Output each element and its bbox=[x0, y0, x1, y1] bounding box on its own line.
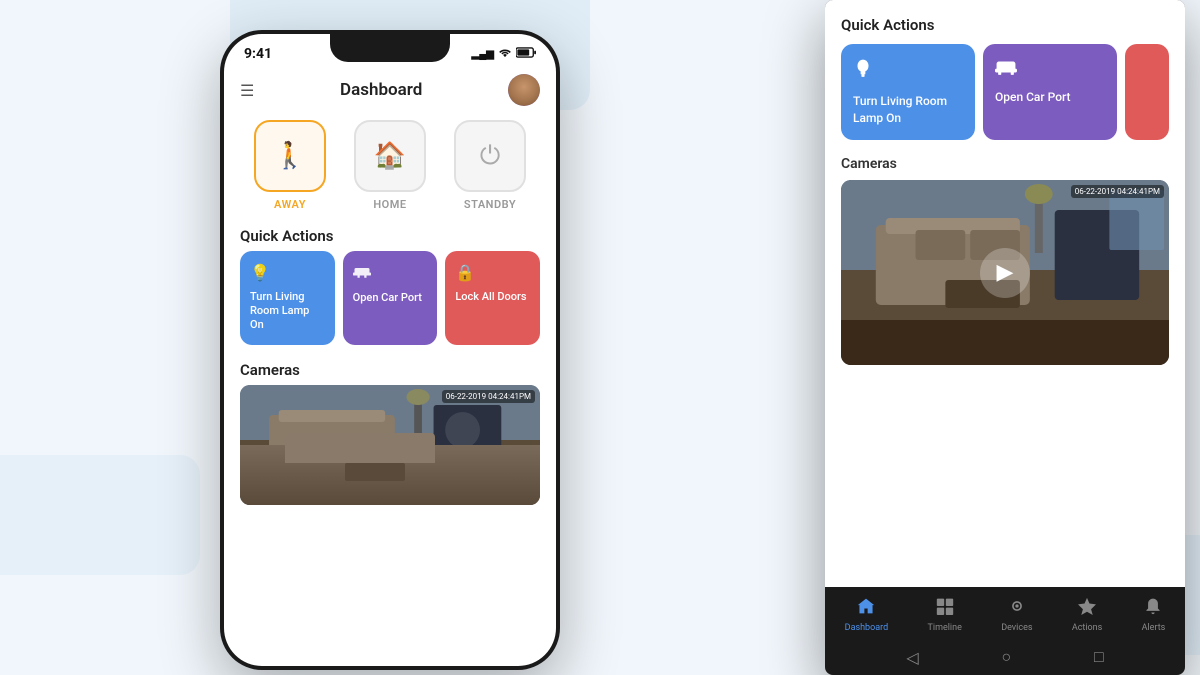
android-back-btn[interactable]: ◁ bbox=[906, 648, 918, 667]
devices-nav-icon bbox=[1007, 597, 1027, 620]
action-doors-label: Lock All Doors bbox=[455, 290, 530, 304]
room-scene-left bbox=[240, 385, 540, 505]
phone-notch bbox=[330, 34, 450, 62]
mode-away[interactable]: 🚶 AWAY bbox=[245, 120, 335, 211]
right-action-car[interactable]: Open Car Port bbox=[983, 44, 1117, 140]
right-camera-feed[interactable]: ▶ 06-22-2019 04:24:41PM bbox=[841, 180, 1169, 365]
cameras-title-left: Cameras bbox=[240, 353, 540, 385]
room-sofa bbox=[285, 433, 435, 463]
menu-icon[interactable]: ☰ bbox=[240, 81, 254, 100]
right-main: Quick Actions Turn Living Room Lamp On bbox=[825, 0, 1185, 587]
nav-devices[interactable]: Devices bbox=[1001, 597, 1032, 633]
mode-home-label: HOME bbox=[373, 198, 406, 211]
nav-alerts-label: Alerts bbox=[1142, 623, 1166, 633]
mode-home[interactable]: 🏠 HOME bbox=[345, 120, 435, 211]
alerts-nav-icon bbox=[1144, 597, 1162, 620]
phone-right: Quick Actions Turn Living Room Lamp On bbox=[825, 0, 1185, 675]
action-doors[interactable]: 🔒 Lock All Doors bbox=[445, 251, 540, 345]
nav-dashboard[interactable]: Dashboard bbox=[845, 597, 889, 633]
right-action-car-label: Open Car Port bbox=[995, 89, 1105, 106]
nav-actions[interactable]: Actions bbox=[1072, 597, 1102, 633]
lamp-icon: 💡 bbox=[250, 263, 325, 284]
actions-nav-icon bbox=[1078, 597, 1096, 620]
mode-standby-label: STANDBY bbox=[464, 198, 516, 211]
mode-home-icon-wrap: 🏠 bbox=[354, 120, 426, 192]
action-lamp-label: Turn Living Room Lamp On bbox=[250, 290, 325, 333]
home-icon: 🏠 bbox=[374, 141, 406, 171]
action-car[interactable]: Open Car Port bbox=[343, 251, 438, 345]
camera-timestamp-left: 06-22-2019 04:24:41PM bbox=[442, 390, 535, 403]
nav-alerts[interactable]: Alerts bbox=[1142, 597, 1166, 633]
right-action-lamp[interactable]: Turn Living Room Lamp On bbox=[841, 44, 975, 140]
cameras-section-left: Cameras bbox=[224, 345, 556, 513]
action-car-label: Open Car Port bbox=[353, 291, 428, 305]
android-nav: ◁ ○ □ bbox=[825, 639, 1185, 675]
bg-decoration-left bbox=[0, 455, 200, 575]
quick-actions-left: 💡 Turn Living Room Lamp On Open Car Port… bbox=[224, 251, 556, 345]
away-icon: 🚶 bbox=[274, 141, 306, 171]
nav-timeline-label: Timeline bbox=[928, 623, 962, 633]
dashboard-nav-icon bbox=[856, 597, 876, 620]
mode-standby-icon-wrap: ⏻ bbox=[454, 120, 526, 192]
quick-actions-title-left: Quick Actions bbox=[224, 219, 556, 251]
right-action-extra[interactable] bbox=[1125, 44, 1169, 140]
nav-timeline[interactable]: Timeline bbox=[928, 597, 962, 633]
car-port-icon bbox=[353, 263, 428, 285]
user-avatar[interactable] bbox=[508, 74, 540, 106]
mode-away-label: AWAY bbox=[274, 198, 306, 211]
nav-actions-label: Actions bbox=[1072, 623, 1102, 633]
action-lamp[interactable]: 💡 Turn Living Room Lamp On bbox=[240, 251, 335, 345]
status-icons-left: ▂▄▆ bbox=[472, 47, 536, 62]
android-recent-btn[interactable]: □ bbox=[1094, 647, 1104, 667]
nav-dashboard-label: Dashboard bbox=[845, 623, 889, 633]
signal-icon: ▂▄▆ bbox=[472, 49, 494, 60]
right-lamp-icon bbox=[853, 58, 963, 85]
phone-left: 9:41 ▂▄▆ bbox=[220, 30, 560, 670]
right-quick-actions: Turn Living Room Lamp On Open Car Port bbox=[841, 44, 1169, 140]
status-time-left: 9:41 bbox=[244, 46, 272, 62]
mode-away-icon-wrap: 🚶 bbox=[254, 120, 326, 192]
nav-devices-label: Devices bbox=[1001, 623, 1032, 633]
phone-left-screen: 9:41 ▂▄▆ bbox=[224, 34, 556, 666]
right-cameras-title: Cameras bbox=[841, 156, 1169, 172]
right-car-icon bbox=[995, 58, 1105, 81]
mode-standby[interactable]: ⏻ STANDBY bbox=[445, 120, 535, 211]
phone-right-screen: Quick Actions Turn Living Room Lamp On bbox=[825, 0, 1185, 675]
timeline-nav-icon bbox=[935, 597, 955, 620]
android-home-btn[interactable]: ○ bbox=[1001, 647, 1011, 667]
right-camera-timestamp: 06-22-2019 04:24:41PM bbox=[1071, 185, 1164, 198]
battery-icon bbox=[516, 47, 536, 61]
camera-feed-left[interactable]: 06-22-2019 04:24:41PM bbox=[240, 385, 540, 505]
wifi-icon bbox=[498, 47, 512, 62]
mode-selector: 🚶 AWAY 🏠 HOME ⏻ STANDBY bbox=[224, 112, 556, 219]
right-action-lamp-label: Turn Living Room Lamp On bbox=[853, 93, 963, 127]
avatar-image bbox=[508, 74, 540, 106]
room-table bbox=[345, 463, 405, 481]
play-button[interactable]: ▶ bbox=[980, 248, 1030, 298]
bottom-nav-right: Dashboard Timeline bbox=[825, 587, 1185, 639]
right-quick-actions-title: Quick Actions bbox=[841, 16, 1169, 34]
standby-icon: ⏻ bbox=[480, 141, 501, 172]
lock-icon: 🔒 bbox=[455, 263, 530, 284]
header-title-left: Dashboard bbox=[340, 80, 422, 100]
right-content: Quick Actions Turn Living Room Lamp On bbox=[825, 0, 1185, 675]
app-header-left: ☰ Dashboard bbox=[224, 66, 556, 112]
